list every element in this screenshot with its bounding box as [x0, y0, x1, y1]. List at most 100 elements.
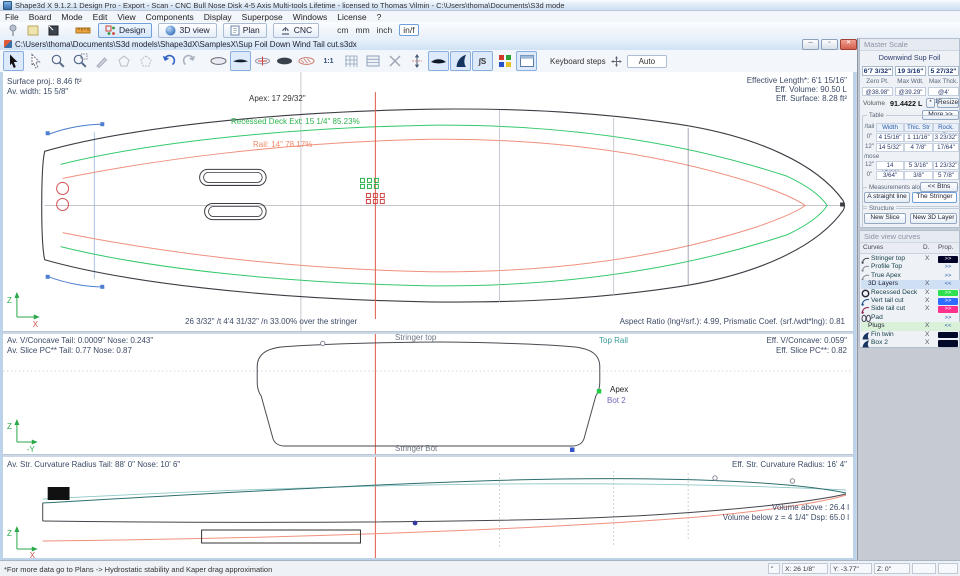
max-wdt-pos[interactable]: @39.29" [895, 87, 926, 96]
master-scale-title[interactable]: Master Scale [860, 39, 959, 51]
ruler-tool-button[interactable] [74, 23, 92, 37]
width-value[interactable]: 19 3/16" [895, 66, 926, 76]
zero-pt-pos[interactable]: @38.98" [862, 87, 893, 96]
fin-tool-button[interactable] [450, 51, 471, 71]
colors-button[interactable] [494, 51, 515, 71]
curvature-button[interactable] [384, 51, 405, 71]
curve-row-recessed-deck[interactable]: Recessed Deck X >> [861, 289, 960, 297]
menu-superpose[interactable]: Superpose [237, 12, 288, 22]
nose-row0-rocker[interactable]: 1 23/32" [933, 161, 959, 170]
undo-button[interactable] [157, 51, 178, 71]
close-button[interactable]: ✕ [840, 39, 857, 50]
curve-row-vert-tail-cut[interactable]: Vert tail cut X >> [861, 297, 960, 305]
curve-row-box-2[interactable]: Box 2 X [861, 339, 960, 347]
grid-button[interactable] [340, 51, 361, 71]
tail-row0-width[interactable]: 4 15/16" [876, 133, 904, 142]
stamp-tool-button[interactable] [44, 23, 62, 37]
straight-line-button[interactable]: A straight line [864, 192, 910, 203]
unit-cm[interactable]: cm [337, 25, 348, 35]
menu-edit[interactable]: Edit [88, 12, 113, 22]
s-curves-button[interactable]: ∫S [472, 51, 493, 71]
nose-row1-thick[interactable]: 3/8" [904, 171, 933, 180]
tail-row0-thick[interactable]: 1 11/16" [904, 133, 933, 142]
menu-help[interactable]: ? [372, 12, 387, 22]
one-to-one-button[interactable]: 1:1 [318, 51, 339, 71]
note-tool-button[interactable] [24, 23, 42, 37]
curve-row-pad[interactable]: Pad >> [861, 314, 960, 322]
menu-windows[interactable]: Windows [288, 12, 332, 22]
eff-curvature-value: Eff. Str. Curvature Radius: 16' 4" [732, 460, 847, 470]
restore-button[interactable]: ▫ [821, 39, 838, 50]
design-mode-button[interactable]: Design [98, 23, 152, 38]
flow-view-button[interactable] [296, 51, 317, 71]
curves-panel-title[interactable]: Side view curves [860, 231, 959, 243]
tail-row1-thick[interactable]: 4 7/8" [904, 143, 933, 152]
cnc-mode-button[interactable]: CNC [273, 23, 319, 38]
auto-steps-button[interactable]: Auto [627, 55, 667, 68]
rotate-left-tool-button[interactable] [113, 51, 134, 71]
thickness-value[interactable]: 5 27/32" [928, 66, 959, 76]
btns-toggle-button[interactable]: << Btns [920, 182, 958, 192]
unit-inf[interactable]: in/f [399, 24, 418, 36]
unit-inch[interactable]: inch [377, 25, 393, 35]
nose-row1-width[interactable]: 3/64" [876, 171, 904, 180]
length-value[interactable]: 6'7 3/32" [862, 66, 893, 76]
new-3d-layer-button[interactable]: New 3D Layer [910, 213, 957, 224]
properties-panel-button[interactable] [516, 51, 537, 71]
nose-row1-rocker[interactable]: 5 7/8" [933, 171, 959, 180]
menu-mode[interactable]: Mode [56, 12, 87, 22]
curve-row-profile-top[interactable]: Profile Top >> [861, 263, 960, 271]
curve-row-stringer-top[interactable]: Stringer top X >> [861, 255, 960, 263]
zoom-region-tool-button[interactable] [69, 51, 90, 71]
tail-row1-rocker[interactable]: 17/64" [933, 143, 959, 152]
zoom-tool-button[interactable] [47, 51, 68, 71]
main-toolbar: Design 3D view Plan CNC cm mm inch in/f [0, 22, 960, 39]
slice-view-panel[interactable]: Z -Y Av. V/Concave Tail: 0.0009" Nose: 0… [3, 334, 853, 454]
nose-row0-thick[interactable]: 5 3/16" [904, 161, 933, 170]
rocker-view-button[interactable] [230, 51, 251, 71]
outline-view-button[interactable] [208, 51, 229, 71]
volume-below-value: Volume below z = 4 1/4" Dsp: 65.0 l [723, 513, 849, 523]
curve-row-plugs[interactable]: Plugs X << [861, 322, 960, 330]
deck-view-button[interactable] [274, 51, 295, 71]
zero-pt-label: Zero Pt. [862, 78, 893, 85]
menu-components[interactable]: Components [141, 12, 199, 22]
side-view-panel[interactable]: Z X Av. Str. Curvature Radius Tail: 88' … [3, 457, 853, 558]
tail-row1-width[interactable]: 14 5/32" [876, 143, 904, 152]
unit-mm[interactable]: mm [355, 25, 369, 35]
max-thck-pos[interactable]: @4' 11.38" [928, 87, 959, 96]
star-button[interactable]: * [926, 98, 935, 108]
rotate-right-tool-button[interactable] [135, 51, 156, 71]
top-view-panel[interactable]: Z X Surface proj.: 8.46 ft² Av. width: 1… [3, 72, 853, 331]
brush-tool-button[interactable] [91, 51, 112, 71]
thickness-view-button[interactable] [428, 51, 449, 71]
select-open-tool-button[interactable] [25, 51, 46, 71]
nose-row0-width[interactable]: 14 15/32" [876, 161, 904, 170]
tail-row0-rocker[interactable]: 3 23/32" [933, 133, 959, 142]
new-slice-button[interactable]: New Slice [864, 213, 906, 224]
curve-row-fin-twin[interactable]: Fin twin X [861, 331, 960, 339]
the-stringer-button[interactable]: The Stringer [912, 192, 957, 203]
menu-file[interactable]: File [0, 12, 24, 22]
curve-row-side-tail-cut[interactable]: Side tail cut X >> [861, 305, 960, 313]
col-width-header[interactable]: Width [876, 123, 904, 132]
slice-view-button[interactable] [252, 51, 273, 71]
menu-license[interactable]: License [332, 12, 371, 22]
pin-tool-button[interactable] [4, 23, 22, 37]
measure-button[interactable] [406, 51, 427, 71]
select-tool-button[interactable] [3, 51, 24, 71]
guidelines-button[interactable] [362, 51, 383, 71]
col-rocker-header[interactable]: Rock. Str [933, 123, 959, 132]
menu-board[interactable]: Board [24, 12, 57, 22]
col-thickness-header[interactable]: Thic. Str [904, 123, 933, 132]
redo-button[interactable] [179, 51, 200, 71]
menu-display[interactable]: Display [199, 12, 237, 22]
curve-row-3d-layers[interactable]: 3D Layers X << [861, 280, 960, 288]
plan-mode-button[interactable]: Plan [223, 23, 267, 38]
menu-view[interactable]: View [112, 12, 140, 22]
document-window: C:\Users\thoma\Documents\S3d models\Shap… [0, 38, 856, 560]
curve-row-true-apex[interactable]: True Apex >> [861, 272, 960, 280]
minimize-button[interactable]: ─ [802, 39, 819, 50]
3d-view-button[interactable]: 3D view [158, 23, 216, 38]
resize-button[interactable]: Resize [937, 98, 959, 108]
